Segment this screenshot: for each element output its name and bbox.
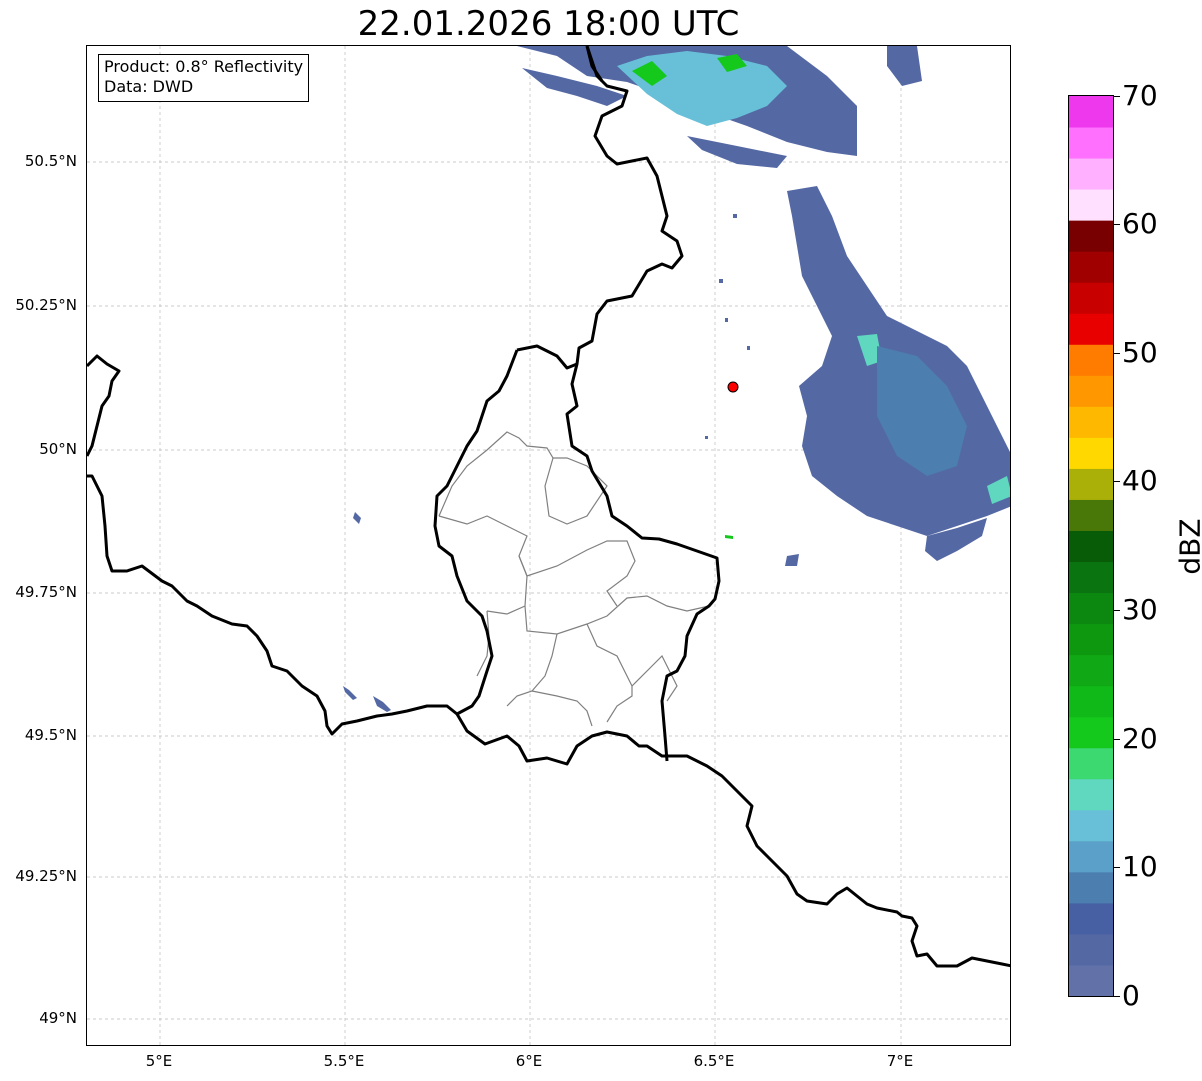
lat-tick-label: 50.25°N [15,296,77,314]
colorbar-segment [1069,468,1113,500]
lon-tick-label: 7°E [886,1052,914,1070]
colorbar-tick-mark [1114,996,1120,997]
colorbar-segment [1069,809,1113,842]
colorbar-segment [1069,96,1113,128]
radar-map[interactable] [86,45,1011,1046]
product-label: Product: 0.8° Reflectivity [104,57,304,76]
colorbar [1068,95,1114,997]
colorbar-segment [1069,964,1113,996]
colorbar-segment [1069,778,1113,811]
radar-site-marker [727,381,739,393]
colorbar-segment [1069,406,1113,438]
data-source-label: Data: DWD [104,77,194,96]
echo-specks [705,214,750,439]
colorbar-segment [1069,220,1113,252]
lat-tick-label: 49.5°N [24,726,77,744]
lat-tick-label: 49.75°N [15,583,77,601]
colorbar-tick-mark [1114,96,1120,97]
colorbar-tick-mark [1114,867,1120,868]
colorbar-segment [1069,158,1113,190]
border-nl-be-west [87,354,121,457]
colorbar-tick-label: 10 [1122,850,1158,883]
colorbar-segment [1069,530,1113,563]
lat-tick-label: 49°N [39,1009,77,1027]
echo-southwest-1 [353,512,361,524]
colorbar-segment [1069,282,1113,314]
colorbar-segment [1069,592,1113,625]
lon-tick-label: 6.5°E [693,1052,735,1070]
colorbar-tick-label: 70 [1122,79,1158,112]
colorbar-segment [1069,437,1113,469]
colorbar-segment [1069,313,1113,345]
lon-tick-label: 5°E [145,1052,173,1070]
colorbar-tick-label: 40 [1122,464,1158,497]
border-lu-west [87,344,578,736]
canton-borders [438,431,710,727]
colorbar-tick-label: 0 [1122,979,1140,1012]
colorbar-segment [1069,623,1113,656]
map-title: 22.01.2026 18:00 UTC [357,4,740,44]
colorbar-segment [1069,902,1113,935]
colorbar-segment [1069,344,1113,376]
lat-tick-label: 50°N [39,440,77,458]
colorbar-segment [1069,251,1113,283]
colorbar-segment [1069,654,1113,687]
colorbar-tick-mark [1114,224,1120,225]
lon-tick-label: 5.5°E [323,1052,365,1070]
border-be-de-north [565,46,721,762]
colorbar-segment [1069,933,1113,966]
lat-tick-label: 50.5°N [24,152,77,170]
colorbar-tick-label: 50 [1122,336,1158,369]
colorbar-tick-label: 30 [1122,593,1158,626]
colorbar-tick-mark [1114,739,1120,740]
colorbar-segment [1069,840,1113,873]
colorbar-tick-mark [1114,610,1120,611]
colorbar-label: dBZ [1173,518,1202,575]
colorbar-tick-label: 60 [1122,207,1158,240]
colorbar-segment [1069,747,1113,780]
colorbar-tick-mark [1114,353,1120,354]
colorbar-tick-label: 20 [1122,722,1158,755]
radar-echoes [343,46,1010,712]
product-info-box: Product: 0.8° Reflectivity Data: DWD [98,54,310,102]
lon-tick-label: 6°E [515,1052,543,1070]
colorbar-segment [1069,685,1113,718]
colorbar-gradient [1069,96,1113,996]
colorbar-segment [1069,189,1113,221]
colorbar-tick-mark [1114,481,1120,482]
colorbar-segment [1069,716,1113,749]
colorbar-segment [1069,561,1113,594]
border-fr-south [455,713,1010,968]
colorbar-segment [1069,871,1113,904]
echo-southwest-2 [343,686,391,712]
echo-small-green [725,535,733,539]
colorbar-segment [1069,499,1113,531]
colorbar-segment [1069,375,1113,407]
colorbar-segment [1069,127,1113,159]
map-canvas [87,46,1010,1045]
grid-lines [87,46,1010,1045]
lat-tick-label: 49.25°N [15,867,77,885]
